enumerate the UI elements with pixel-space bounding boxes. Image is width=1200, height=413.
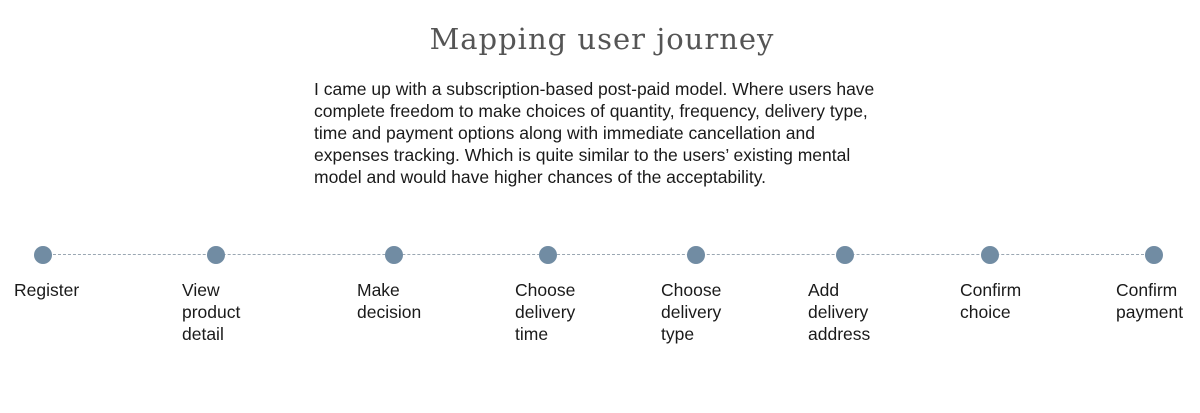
step-label-register: Register bbox=[14, 279, 79, 301]
step-label-add-delivery-address: Add delivery address bbox=[808, 279, 870, 345]
step-label-line: Choose bbox=[661, 280, 722, 300]
step-label-line: decision bbox=[357, 302, 422, 322]
step-label-line: detail bbox=[182, 324, 224, 344]
step-label-choose-delivery-time: Choose delivery time bbox=[515, 279, 575, 345]
step-label-choose-delivery-type: Choose delivery type bbox=[661, 279, 721, 345]
step-label-line: payment bbox=[1116, 302, 1184, 322]
step-node-choose-delivery-time bbox=[539, 246, 557, 264]
step-label-line: type bbox=[661, 324, 695, 344]
step-label-line: choice bbox=[960, 302, 1011, 322]
step-node-add-delivery-address bbox=[836, 246, 854, 264]
step-label-line: delivery bbox=[808, 302, 869, 322]
step-label-line: Confirm bbox=[960, 280, 1022, 300]
step-label-line: Choose bbox=[515, 280, 576, 300]
step-node-register bbox=[34, 246, 52, 264]
step-node-confirm-payment bbox=[1145, 246, 1163, 264]
step-node-make-decision bbox=[385, 246, 403, 264]
step-label-line: time bbox=[515, 324, 549, 344]
step-label-line: delivery bbox=[515, 302, 576, 322]
step-label-confirm-choice: Confirm choice bbox=[960, 279, 1021, 323]
step-label-line: product bbox=[182, 302, 241, 322]
step-label-line: Make bbox=[357, 280, 400, 300]
step-label-make-decision: Make decision bbox=[357, 279, 421, 323]
step-label-line: Add bbox=[808, 280, 840, 300]
step-label-line: Confirm bbox=[1116, 280, 1178, 300]
step-label-line: address bbox=[808, 324, 871, 344]
step-label-line: delivery bbox=[661, 302, 722, 322]
step-node-confirm-choice bbox=[981, 246, 999, 264]
step-node-view-product-detail bbox=[207, 246, 225, 264]
user-journey-timeline: Register View product detail Make decisi… bbox=[0, 0, 1200, 413]
step-node-choose-delivery-type bbox=[687, 246, 705, 264]
step-label-confirm-payment: Confirm payment bbox=[1116, 279, 1183, 323]
step-label-line: Register bbox=[14, 280, 80, 300]
step-label-view-product-detail: View product detail bbox=[182, 279, 240, 345]
step-label-line: View bbox=[182, 280, 220, 300]
